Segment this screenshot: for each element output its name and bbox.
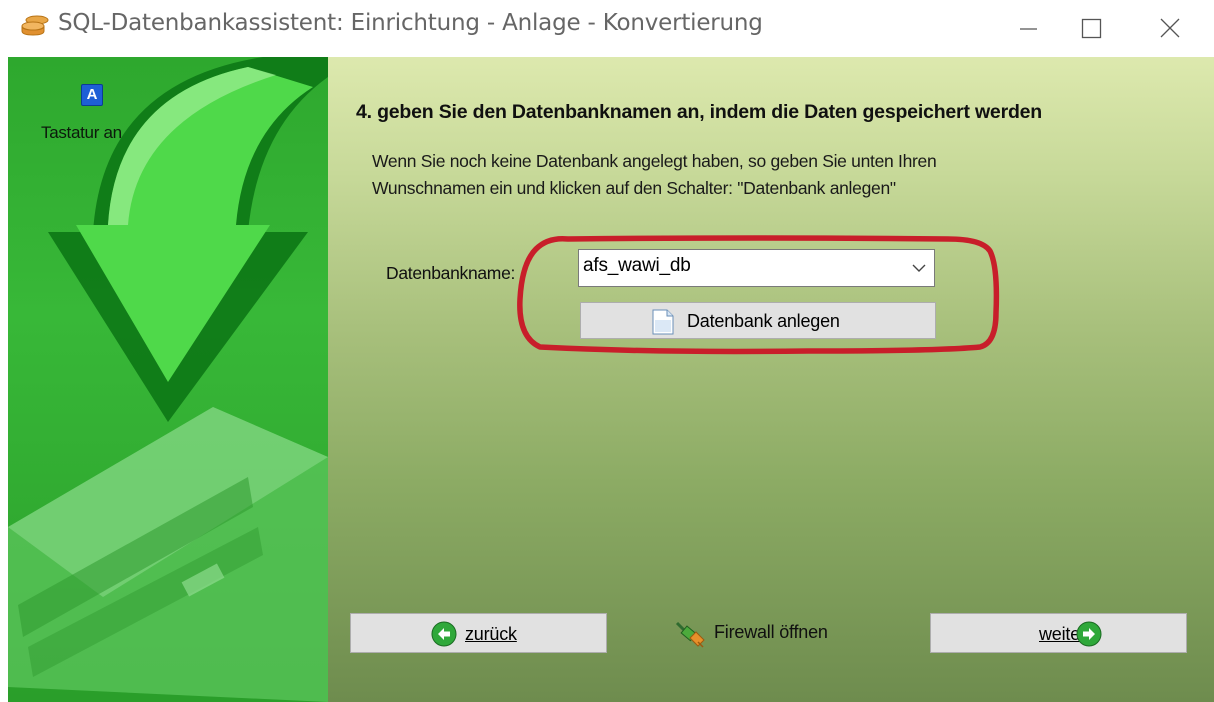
maximize-icon bbox=[1081, 18, 1102, 39]
sidebar-panel: A Tastatur an bbox=[8, 57, 328, 702]
red-highlight-annotation bbox=[517, 235, 1000, 355]
step-description: Wenn Sie noch keine Datenbank angelegt h… bbox=[372, 148, 937, 202]
wizard-client-area: A Tastatur an 4. geben Sie den Datenbank… bbox=[8, 57, 1214, 702]
minimize-icon bbox=[1020, 28, 1037, 30]
next-button[interactable]: weiter bbox=[930, 613, 1187, 653]
back-button[interactable]: zurück bbox=[350, 613, 607, 653]
window-title: SQL-Datenbankassistent: Einrichtung - An… bbox=[58, 10, 763, 36]
download-drive-illustration bbox=[8, 57, 328, 702]
open-firewall-label: Firewall öffnen bbox=[714, 622, 828, 642]
title-bar: SQL-Datenbankassistent: Einrichtung - An… bbox=[0, 0, 1214, 54]
database-coins-icon bbox=[21, 15, 49, 36]
keyboard-toggle-label[interactable]: Tastatur an bbox=[41, 123, 122, 143]
description-line-1: Wenn Sie noch keine Datenbank angelegt h… bbox=[372, 151, 937, 171]
keyboard-toggle-icon[interactable]: A bbox=[81, 84, 103, 106]
arrow-left-circle-icon bbox=[431, 621, 457, 647]
maximize-button[interactable] bbox=[1066, 0, 1126, 54]
step-heading: 4. geben Sie den Datenbanknamen an, inde… bbox=[356, 101, 1043, 123]
close-icon bbox=[1160, 18, 1180, 38]
back-label: zurück bbox=[465, 624, 517, 644]
close-button[interactable] bbox=[1140, 0, 1200, 54]
main-content: 4. geben Sie den Datenbanknamen an, inde… bbox=[328, 57, 1214, 702]
minimize-button[interactable] bbox=[1002, 0, 1062, 54]
db-name-label: Datenbankname: bbox=[386, 263, 516, 283]
firewall-plug-icon bbox=[675, 621, 705, 648]
description-line-2: Wunschnamen ein und klicken auf den Scha… bbox=[372, 178, 896, 198]
arrow-right-circle-icon bbox=[1076, 621, 1102, 647]
